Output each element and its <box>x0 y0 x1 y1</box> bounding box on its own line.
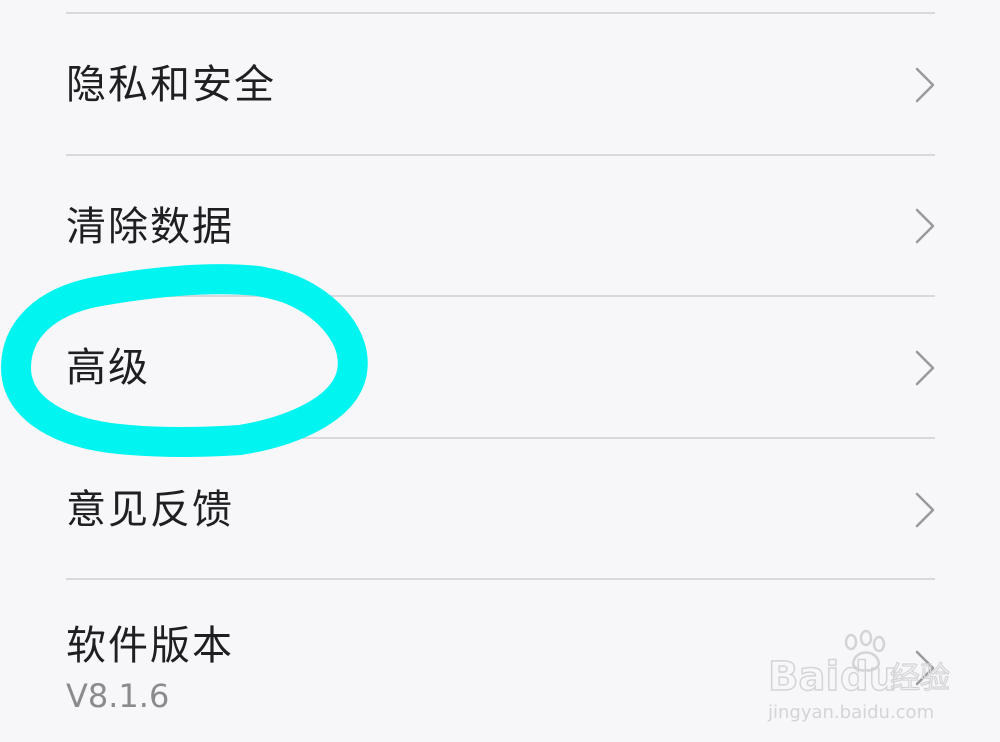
settings-item-label: 高级 <box>66 345 150 391</box>
chevron-right-icon <box>912 206 938 246</box>
chevron-right-icon <box>912 648 938 688</box>
settings-item-label: 软件版本 <box>66 623 234 669</box>
settings-item-label: 隐私和安全 <box>66 62 276 108</box>
settings-item-privacy-security[interactable]: 隐私和安全 <box>0 14 1000 154</box>
settings-item-label: 清除数据 <box>66 204 234 250</box>
settings-item-label: 意见反馈 <box>66 487 234 533</box>
settings-screen: 隐私和安全 清除数据 高级 意见反馈 软件版本 V8.1.6 Bai du 经验… <box>0 0 1000 742</box>
chevron-right-icon <box>912 65 938 105</box>
settings-item-clear-data[interactable]: 清除数据 <box>0 156 1000 296</box>
chevron-right-icon <box>912 490 938 530</box>
settings-item-advanced[interactable]: 高级 <box>0 297 1000 437</box>
settings-item-feedback[interactable]: 意见反馈 <box>0 439 1000 579</box>
chevron-right-icon <box>912 348 938 388</box>
settings-item-software-version[interactable]: 软件版本 V8.1.6 <box>0 580 1000 742</box>
version-number: V8.1.6 <box>66 677 170 715</box>
